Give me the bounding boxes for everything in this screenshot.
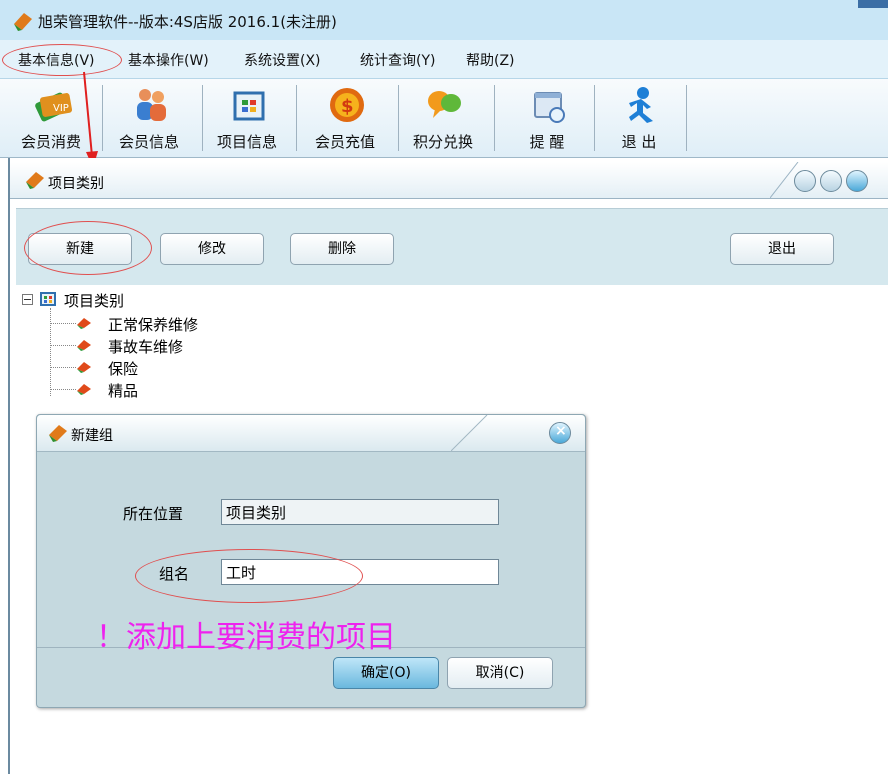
menu-help[interactable]: 帮助(Z) [466, 50, 515, 70]
leaf-category-icon [77, 340, 91, 351]
leaf-category-icon [77, 318, 91, 329]
window-title: 旭荣管理软件--版本:4S店版 2016.1(未注册) [38, 13, 337, 31]
toolbar-label: 积分兑换 [412, 133, 473, 151]
tree-guide-line [50, 389, 76, 390]
app-logo-icon [49, 425, 67, 442]
dollar-coin-icon: $ [330, 88, 364, 122]
tree-item[interactable]: 事故车维修 [108, 336, 183, 357]
tree-collapse-toggle[interactable] [22, 294, 33, 305]
app-logo-icon [26, 172, 44, 189]
close-button[interactable] [846, 170, 868, 192]
tree-guide-line [50, 367, 76, 368]
tree-root-label[interactable]: 项目类别 [64, 290, 124, 311]
toolbar-separator [686, 85, 687, 151]
red-arrow-annotation [83, 71, 98, 168]
toolbar-separator [296, 85, 297, 151]
toolbar-label: 会员充值 [314, 133, 375, 151]
menu-statistics[interactable]: 统计查询(Y) [360, 50, 435, 70]
toolbar-label: 项目信息 [216, 133, 277, 151]
svg-text:$: $ [341, 96, 354, 117]
tree-item[interactable]: 正常保养维修 [108, 314, 198, 335]
annotation-text: ！添加上要消费的项目 [96, 620, 396, 655]
toolbar-member-info[interactable]: 会员信息 [104, 79, 194, 155]
close-icon: × [555, 423, 567, 439]
delete-button[interactable]: 删除 [290, 233, 394, 265]
menu-bar: 基本信息(V) 基本操作(W) 系统设置(X) 统计查询(Y) 帮助(Z) [0, 40, 888, 79]
toolbar-separator [494, 85, 495, 151]
leaf-category-icon [77, 362, 91, 373]
doc-window-title-bar: 项目类别 [10, 162, 888, 199]
tree-item[interactable]: 精品 [108, 380, 138, 401]
dialog-close-button[interactable]: × [549, 422, 571, 444]
chat-bubbles-icon [428, 91, 461, 118]
toolbar-label: 会员信息 [118, 133, 179, 151]
dialog-title: 新建组 [71, 428, 113, 444]
doc-window-title: 项目类别 [48, 176, 104, 192]
toolbar-item-info[interactable]: 项目信息 [202, 79, 292, 155]
command-panel: 新建 修改 删除 退出 [16, 208, 888, 285]
grid-window-icon [40, 292, 56, 306]
tree-guide-line [50, 308, 52, 396]
exit-person-icon [629, 87, 653, 123]
tree-guide-line [50, 345, 76, 346]
app-title-bar: 旭荣管理软件--版本:4S店版 2016.1(未注册) [0, 0, 888, 41]
window-controls-strip[interactable] [858, 0, 888, 8]
menu-system-settings[interactable]: 系统设置(X) [244, 50, 321, 70]
svg-text:VIP: VIP [53, 103, 69, 114]
app-logo-icon [14, 13, 32, 31]
toolbar-points-exchange[interactable]: 积分兑换 [398, 79, 488, 155]
toolbar: VIP 会员消费 会员信息 项目信息 $ 会员充值 积分兑换 提 醒 退 出 [0, 79, 888, 158]
edit-button[interactable]: 修改 [160, 233, 264, 265]
cancel-button[interactable]: 取消(C) [447, 657, 553, 689]
location-field: 项目类别 [221, 499, 499, 525]
highlight-ellipse-new [24, 221, 152, 275]
toolbar-exit[interactable]: 退 出 [594, 79, 684, 155]
toolbar-member-recharge[interactable]: $ 会员充值 [300, 79, 390, 155]
leaf-category-icon [77, 384, 91, 395]
minimize-button[interactable] [794, 170, 816, 192]
highlight-ellipse-menu [2, 44, 122, 76]
tree-item[interactable]: 保险 [108, 358, 138, 379]
vip-card-icon: VIP [35, 92, 73, 122]
toolbar-label: 退 出 [621, 133, 657, 151]
toolbar-label: 提 醒 [529, 133, 565, 151]
new-group-dialog: 新建组 × 所在位置 项目类别 组名 工时 确定(O) 取消(C) [36, 414, 586, 708]
reminder-window-icon [534, 92, 565, 123]
toolbar-separator [102, 85, 103, 151]
grid-window-icon [233, 91, 265, 121]
title-tab-curve [451, 415, 488, 451]
location-label: 所在位置 [123, 505, 184, 523]
tree-guide-line [50, 323, 76, 324]
toolbar-reminder[interactable]: 提 醒 [502, 79, 592, 155]
maximize-button[interactable] [820, 170, 842, 192]
users-icon [137, 89, 166, 121]
exit-button[interactable]: 退出 [730, 233, 834, 265]
dialog-title-bar: 新建组 × [37, 415, 585, 452]
menu-basic-operation[interactable]: 基本操作(W) [128, 50, 209, 70]
highlight-ellipse-group-name [135, 549, 363, 603]
ok-button[interactable]: 确定(O) [333, 657, 439, 689]
category-tree: 项目类别 正常保养维修 事故车维修 保险 精品 [22, 290, 322, 408]
